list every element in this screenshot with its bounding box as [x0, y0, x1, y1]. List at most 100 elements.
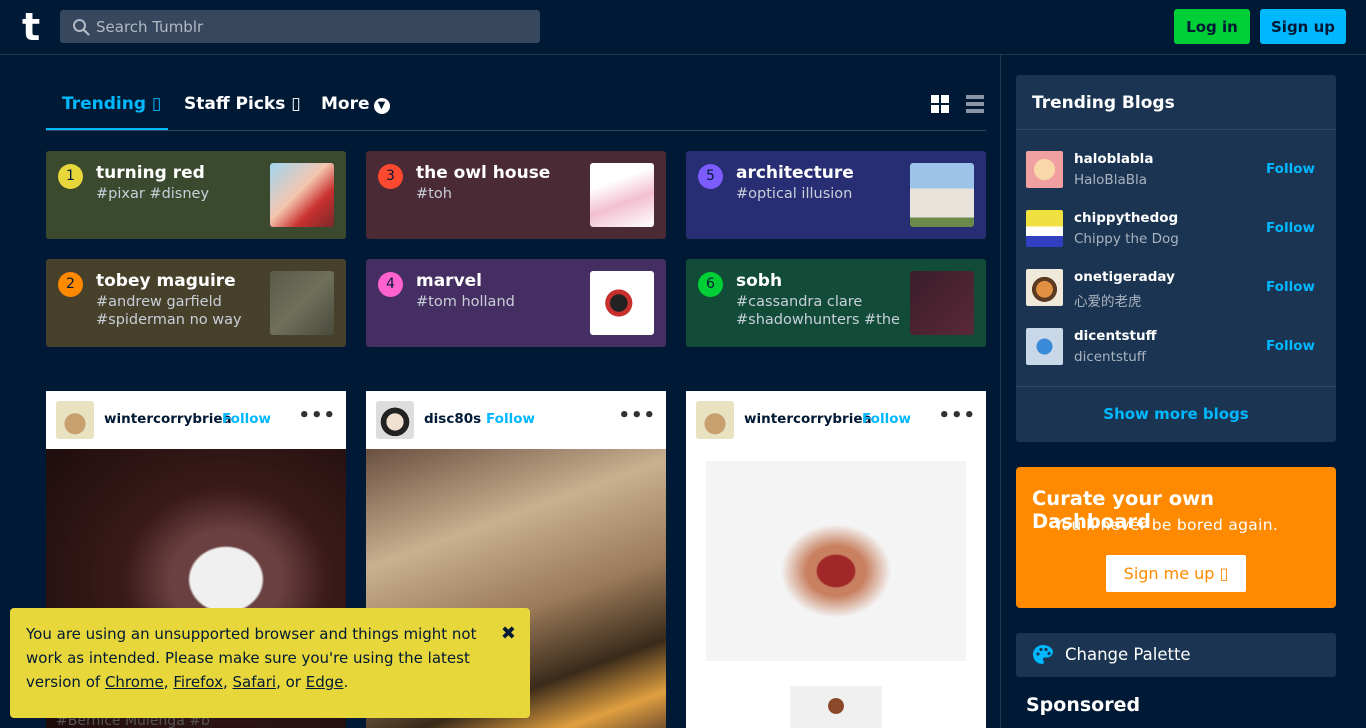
trending-tile-6[interactable]: 6 sobh #cassandra clare #shadowhunters #…	[686, 259, 986, 347]
tab-staff-picks[interactable]: Staff Picks ▯	[184, 94, 301, 114]
blog-row[interactable]: onetigeraday 心爱的老虎 Follow	[1026, 269, 1326, 310]
avatar[interactable]	[1026, 210, 1063, 247]
avatar[interactable]	[376, 401, 414, 439]
palette-icon	[1033, 645, 1053, 664]
avatar[interactable]	[1026, 269, 1063, 306]
blog-name[interactable]: onetigeraday	[1074, 269, 1175, 285]
tab-more-label: More	[321, 94, 370, 114]
edge-link[interactable]: Edge	[306, 673, 344, 691]
show-more-blogs-link[interactable]: Show more blogs	[1016, 405, 1336, 423]
trending-thumbnail	[270, 271, 334, 335]
trending-thumbnail	[910, 271, 974, 335]
trending-tags: #cassandra clare #shadowhunters #the	[736, 294, 900, 328]
top-bar: t Log in Sign up	[0, 0, 1366, 55]
trending-thumbnail	[910, 163, 974, 227]
divider	[1016, 129, 1336, 130]
unsupported-browser-banner: You are using an unsupported browser and…	[10, 608, 530, 718]
search-input[interactable]	[96, 10, 526, 43]
sign-me-up-button[interactable]: Sign me up ▯	[1106, 555, 1246, 592]
trending-tags: #optical illusion	[736, 186, 853, 202]
trending-rank: 6	[698, 272, 723, 297]
active-tab-indicator	[46, 128, 168, 130]
post-username[interactable]: wintercorrybriea	[104, 411, 232, 427]
follow-button[interactable]: Follow	[1266, 279, 1315, 295]
close-icon[interactable]: ✖	[501, 622, 516, 646]
follow-button[interactable]: Follow	[1266, 161, 1315, 177]
tab-trending[interactable]: Trending ▯	[62, 94, 161, 114]
banner-separator: ,	[222, 673, 233, 691]
trending-blogs-title: Trending Blogs	[1032, 93, 1175, 113]
trending-title: the owl house	[416, 163, 551, 183]
chevron-down-icon: ▼	[373, 98, 390, 114]
curate-subtitle: You'll never be bored again.	[1053, 516, 1279, 534]
trending-thumbnail	[270, 163, 334, 227]
trending-tags: #tom holland	[416, 294, 515, 310]
grid-view-icon[interactable]	[931, 95, 949, 113]
trending-rank: 1	[58, 164, 83, 189]
trending-title: turning red	[96, 163, 205, 183]
trending-rank: 4	[378, 272, 403, 297]
trending-rank: 5	[698, 164, 723, 189]
trending-tile-2[interactable]: 2 tobey maguire #andrew garfield #spider…	[46, 259, 346, 347]
divider	[1016, 386, 1336, 387]
trending-rank: 2	[58, 272, 83, 297]
more-options-icon[interactable]: •••	[298, 405, 336, 426]
trending-tile-4[interactable]: 4 marvel #tom holland	[366, 259, 666, 347]
trending-title: architecture	[736, 163, 854, 183]
blog-title: Chippy the Dog	[1074, 231, 1179, 247]
avatar[interactable]	[56, 401, 94, 439]
more-options-icon[interactable]: •••	[618, 405, 656, 426]
post-username[interactable]: disc80s	[424, 411, 481, 427]
blog-row[interactable]: dicentstuff dicentstuff Follow	[1026, 328, 1326, 368]
trending-thumbnail	[590, 271, 654, 335]
post-username[interactable]: wintercorrybriea	[744, 411, 872, 427]
search-box[interactable]	[60, 10, 540, 43]
avatar[interactable]	[1026, 328, 1063, 365]
blog-row[interactable]: haloblabla HaloBlaBla Follow	[1026, 151, 1326, 191]
trending-title: marvel	[416, 271, 483, 291]
login-button[interactable]: Log in	[1174, 9, 1250, 44]
safari-link[interactable]: Safari	[233, 673, 277, 691]
post-image-secondary[interactable]	[790, 686, 882, 728]
more-options-icon[interactable]: •••	[938, 405, 976, 426]
blog-name[interactable]: haloblabla	[1074, 151, 1153, 167]
blog-name[interactable]: chippythedog	[1074, 210, 1178, 226]
post-image[interactable]	[706, 461, 966, 661]
post-card-3: wintercorrybriea Follow •••	[686, 391, 986, 728]
banner-separator: ,	[163, 673, 174, 691]
blog-title: HaloBlaBla	[1074, 172, 1148, 188]
change-palette-label: Change Palette	[1065, 645, 1191, 664]
avatar[interactable]	[1026, 151, 1063, 188]
blog-title: dicentstuff	[1074, 349, 1147, 365]
trending-tags: #pixar #disney	[96, 186, 210, 202]
signup-button[interactable]: Sign up	[1260, 9, 1346, 44]
tab-more[interactable]: More ▼	[321, 94, 390, 114]
banner-separator: , or	[276, 673, 306, 691]
follow-button[interactable]: Follow	[862, 411, 911, 427]
blog-name[interactable]: dicentstuff	[1074, 328, 1157, 344]
follow-button[interactable]: Follow	[1266, 220, 1315, 236]
follow-button[interactable]: Follow	[222, 411, 271, 427]
chrome-link[interactable]: Chrome	[105, 673, 164, 691]
trending-tile-3[interactable]: 3 the owl house #toh	[366, 151, 666, 239]
change-palette-button[interactable]: Change Palette	[1016, 633, 1336, 677]
follow-button[interactable]: Follow	[1266, 338, 1315, 354]
trending-thumbnail	[590, 163, 654, 227]
trending-tags: #toh	[416, 186, 452, 202]
trending-tags: #andrew garfield #spiderman no way	[96, 294, 242, 328]
blog-row[interactable]: chippythedog Chippy the Dog Follow	[1026, 210, 1326, 250]
sponsored-heading: Sponsored	[1026, 694, 1141, 716]
trending-title: tobey maguire	[96, 271, 236, 291]
trending-blogs-panel: Trending Blogs haloblabla HaloBlaBla Fol…	[1016, 75, 1336, 442]
trending-tile-1[interactable]: 1 turning red #pixar #disney	[46, 151, 346, 239]
list-view-icon[interactable]	[966, 95, 984, 113]
explore-tabs: Trending ▯ Staff Picks ▯ More ▼	[46, 80, 986, 131]
firefox-link[interactable]: Firefox	[173, 673, 223, 691]
blog-title: 心爱的老虎	[1074, 294, 1142, 310]
tumblr-logo[interactable]: t	[22, 8, 44, 46]
trending-rank: 3	[378, 164, 403, 189]
curate-dashboard-card: Curate your own Dashboard You'll never b…	[1016, 467, 1336, 608]
follow-button[interactable]: Follow	[486, 411, 535, 427]
avatar[interactable]	[696, 401, 734, 439]
trending-tile-5[interactable]: 5 architecture #optical illusion	[686, 151, 986, 239]
